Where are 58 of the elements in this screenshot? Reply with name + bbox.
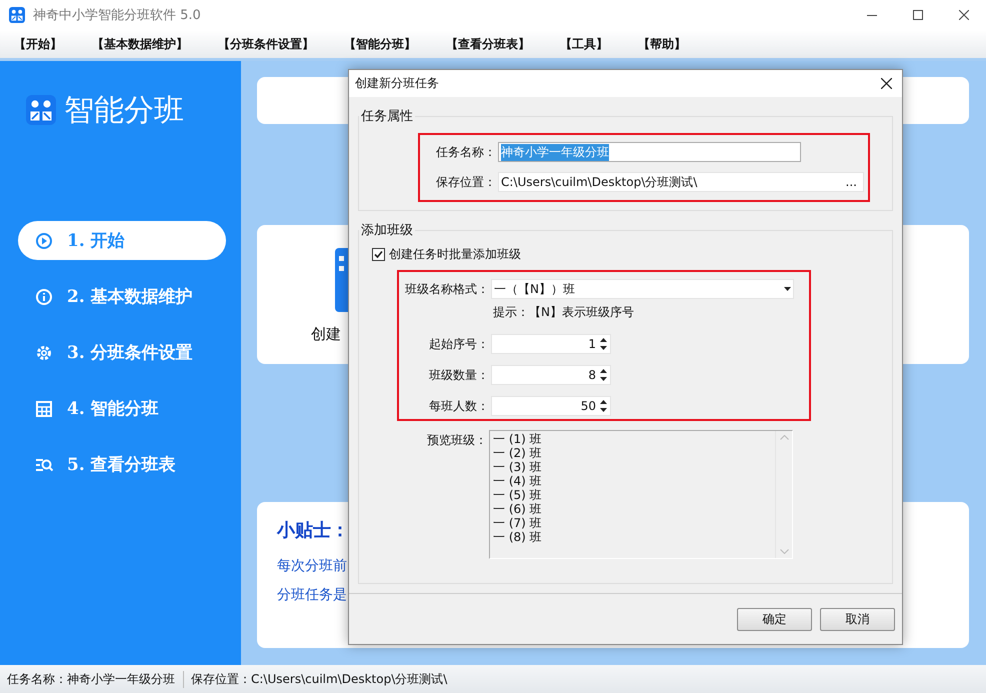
status-text: 保存位置：C:\Users\cuilm\Desktop\分班测试\ — [183, 670, 456, 688]
field-label: 班级数量： — [428, 366, 490, 384]
save-path-field[interactable]: C:\Users\cuilm\Desktop\分班测试\ ... — [498, 172, 864, 192]
cancel-button[interactable]: 取消 — [820, 608, 895, 630]
checkbox-label[interactable]: 创建任务时批量添加班级 — [389, 246, 521, 263]
ok-button[interactable]: 确定 — [737, 608, 812, 630]
play-icon — [35, 232, 53, 250]
create-task-label[interactable]: 创建 — [311, 325, 341, 344]
browse-button[interactable]: ... — [846, 175, 861, 189]
field-label: 起始序号： — [428, 336, 490, 352]
field-label: 每班人数： — [428, 398, 490, 414]
table-icon — [35, 400, 53, 418]
menu-item[interactable]: 【查看分班表】 — [442, 36, 542, 52]
hint-text: 提示：【N】表示班级序号 — [493, 304, 635, 321]
maximize-icon[interactable] — [912, 10, 922, 20]
spin-arrows-icon[interactable] — [600, 400, 607, 412]
menu-item[interactable]: 【分班条件设置】 — [214, 36, 326, 52]
close-icon[interactable] — [881, 78, 892, 89]
tip-title: 小贴士： — [277, 519, 349, 542]
checkbox[interactable] — [372, 248, 385, 261]
tip-text: 每次分班前 — [277, 557, 347, 575]
group-title: 任务属性 — [360, 108, 414, 125]
app-logo-icon — [9, 7, 25, 23]
app-logo-icon — [26, 95, 56, 125]
status-text: 任务名称：神奇小学一年级分班 — [7, 670, 176, 688]
field-label: 预览班级： — [426, 432, 488, 449]
list-item: 一 (7) 班 — [493, 516, 543, 530]
menu-item[interactable]: 【工具】 — [556, 36, 620, 52]
list-item: 一 (1) 班 — [493, 432, 543, 446]
number-spinner[interactable]: 50 — [491, 396, 611, 416]
field-label: 保存位置： — [435, 174, 497, 190]
group-title: 添加班级 — [360, 222, 414, 239]
menu-item[interactable]: 【开始】 — [10, 36, 74, 52]
menu-item[interactable]: 【基本数据维护】 — [88, 36, 200, 52]
list-item: 一 (4) 班 — [493, 474, 543, 488]
dialog-title: 创建新分班任务 — [355, 75, 440, 92]
field-label: 班级名称格式： — [404, 280, 490, 298]
list-item: 一 (3) 班 — [493, 460, 543, 474]
tip-text: 分班任务是 — [277, 586, 347, 604]
menu-item[interactable]: 【智能分班】 — [340, 36, 428, 52]
list-item: 一 (6) 班 — [493, 502, 543, 516]
number-spinner[interactable]: 1 — [491, 334, 611, 354]
list-item: 一 (8) 班 — [493, 530, 543, 544]
number-spinner[interactable]: 8 — [491, 365, 611, 385]
list-item: 一 (2) 班 — [493, 446, 543, 460]
spin-arrows-icon[interactable] — [600, 369, 607, 381]
spin-arrows-icon[interactable] — [600, 338, 607, 350]
window-title: 神奇中小学智能分班软件 5.0 — [33, 7, 202, 24]
menu-item[interactable]: 【帮助】 — [634, 36, 698, 52]
format-dropdown[interactable]: 一（【N】）班 — [491, 279, 794, 299]
document-icon[interactable] — [335, 248, 348, 312]
list-item: 一 (5) 班 — [493, 488, 543, 502]
sidebar-title: 智能分班 — [64, 92, 184, 130]
field-label: 任务名称： — [435, 144, 497, 160]
dropdown-arrow-icon — [784, 287, 791, 291]
settings-icon — [35, 344, 53, 362]
close-icon[interactable] — [958, 10, 968, 20]
info-icon — [35, 288, 53, 306]
